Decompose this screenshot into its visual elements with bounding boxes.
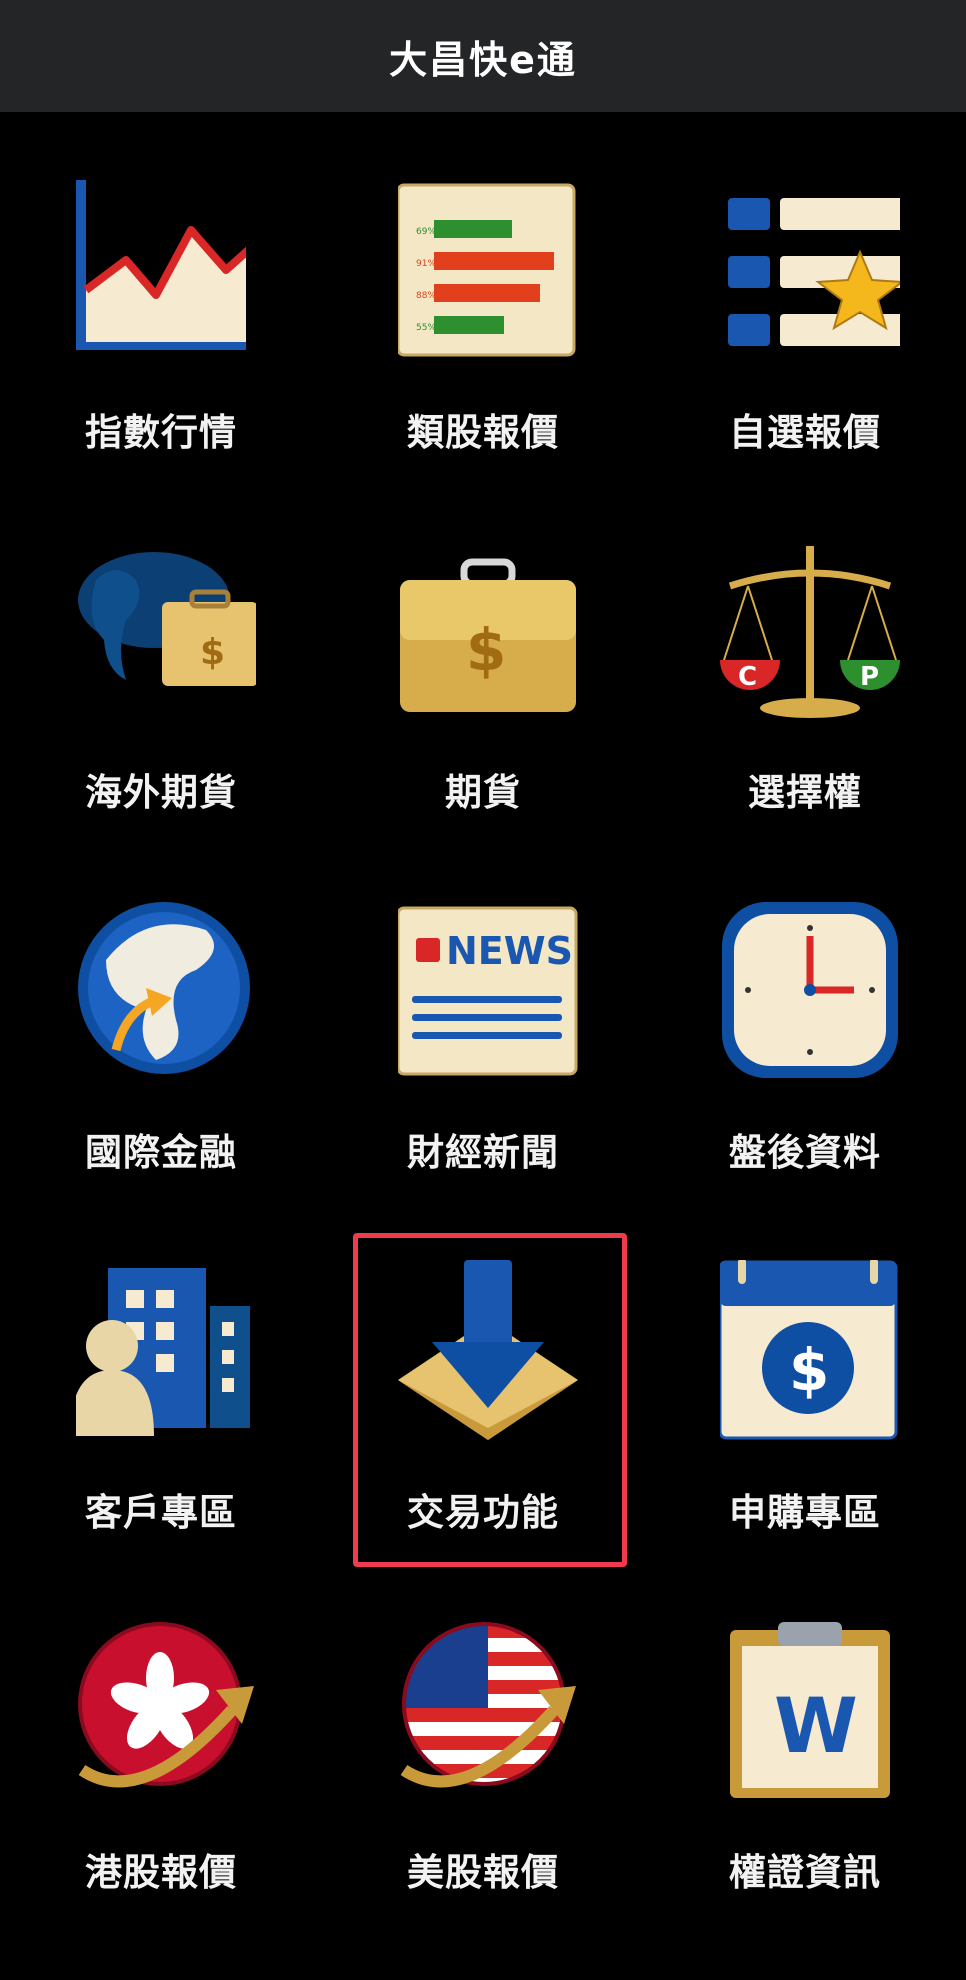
app-header: 大昌快e通	[0, 0, 966, 112]
menu-item-warrant-info[interactable]: W 權證資訊	[644, 1620, 966, 1980]
bar-percent-3: 88%	[416, 291, 436, 301]
menu-item-label: 財經新聞	[407, 1131, 559, 1174]
starred-list-icon	[720, 180, 900, 350]
menu-item-label: 美股報價	[407, 1851, 559, 1894]
dollar-sign: $	[200, 632, 225, 673]
selection-highlight-box	[353, 1233, 627, 1567]
menu-item-international-finance[interactable]: 國際金融	[0, 900, 322, 1260]
menu-item-label: 海外期貨	[85, 771, 237, 814]
bar-list-icon: 69% 91% 88% 55%	[398, 180, 576, 357]
menu-item-options[interactable]: C P 選擇權	[644, 540, 966, 900]
warrant-letter: W	[774, 1681, 858, 1770]
clock-icon	[720, 900, 898, 1078]
bar-percent-4: 55%	[416, 323, 436, 333]
news-word: NEWS	[446, 929, 573, 973]
dollar-sign: $	[466, 616, 506, 684]
globe-briefcase-icon: $	[76, 540, 256, 710]
menu-item-label: 國際金融	[85, 1131, 237, 1174]
globe-icon	[76, 900, 250, 1074]
menu-item-label: 選擇權	[748, 771, 862, 814]
app-title: 大昌快e通	[389, 37, 577, 82]
scale-icon: C P	[720, 540, 900, 718]
menu-item-label: 申購專區	[729, 1491, 881, 1534]
put-letter: P	[860, 662, 879, 692]
menu-item-label: 自選報價	[729, 411, 881, 454]
call-letter: C	[738, 662, 757, 692]
menu-item-us-stock-quotes[interactable]: 美股報價	[322, 1620, 644, 1980]
briefcase-icon: $	[398, 540, 576, 712]
menu-item-label: 港股報價	[85, 1851, 237, 1894]
dollar-sign: $	[789, 1336, 829, 1404]
menu-item-sector-quotes[interactable]: 69% 91% 88% 55% 類股報價	[322, 180, 644, 540]
menu-item-index-quotes[interactable]: 指數行情	[0, 180, 322, 540]
menu-item-subscription-area[interactable]: $ 申購專區	[644, 1260, 966, 1620]
menu-item-watchlist-quotes[interactable]: 自選報價	[644, 180, 966, 540]
menu-item-hk-stock-quotes[interactable]: 港股報價	[0, 1620, 322, 1980]
us-flag-icon	[398, 1620, 576, 1790]
menu-item-financial-news[interactable]: NEWS 財經新聞	[322, 900, 644, 1260]
menu-item-futures[interactable]: $ 期貨	[322, 540, 644, 900]
menu-item-label: 盤後資料	[729, 1131, 881, 1174]
line-chart-icon	[76, 180, 246, 350]
bar-percent-1: 69%	[416, 227, 436, 237]
menu-item-after-hours-data[interactable]: 盤後資料	[644, 900, 966, 1260]
menu-item-label: 類股報價	[407, 411, 559, 454]
calendar-dollar-icon: $	[720, 1260, 898, 1440]
bar-percent-2: 91%	[416, 259, 436, 269]
menu-item-label: 客戶專區	[85, 1491, 237, 1534]
customer-building-icon	[76, 1260, 250, 1436]
menu-item-label: 權證資訊	[729, 1851, 881, 1894]
menu-item-label: 期貨	[445, 771, 521, 814]
menu-item-label: 指數行情	[85, 411, 237, 454]
hong-kong-flag-icon	[76, 1620, 254, 1790]
menu-item-customer-area[interactable]: 客戶專區	[0, 1260, 322, 1620]
news-icon: NEWS	[398, 900, 578, 1076]
clipboard-w-icon: W	[720, 1620, 890, 1798]
menu-item-overseas-futures[interactable]: $ 海外期貨	[0, 540, 322, 900]
